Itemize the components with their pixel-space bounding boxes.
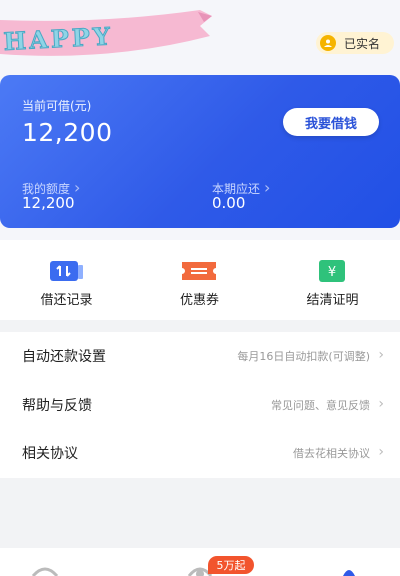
available-credit-amount: 12,200 [22,118,113,147]
chevron-right-icon: › [74,178,81,197]
promo-badge: 5万起 [208,556,254,574]
settings-row-help-feedback[interactable]: 帮助与反馈 常见问题、意见反馈 › [0,381,400,429]
home-tab-icon[interactable] [30,564,60,576]
quick-action-transaction-record[interactable]: 借还记录 [0,240,133,320]
chevron-right-icon: › [378,347,384,363]
settings-row-detail: 常见问题、意见反馈 [271,399,370,412]
available-credit-label: 当前可借(元) [22,99,92,113]
settings-row-detail: 借去花相关协议 [293,447,370,460]
settings-list: 自动还款设置 每月16日自动扣款(可调整) › 帮助与反馈 常见问题、意见反馈 … [0,332,400,478]
settings-row-label: 相关协议 [22,446,78,462]
quick-action-label: 结清证明 [306,293,359,308]
current-due-value: 0.00 [212,194,246,212]
quick-action-settlement-certificate[interactable]: ¥ 结清证明 [266,240,399,320]
bottom-tab-bar [0,548,400,576]
settings-row-agreements[interactable]: 相关协议 借去花相关协议 › [0,429,400,477]
banner-text: HAPPY [3,21,114,56]
chevron-right-icon: › [378,444,384,460]
transaction-record-icon [50,261,83,281]
verification-badge-label: 已实名 [344,36,381,51]
verification-badge[interactable]: 已实名 [316,32,394,54]
user-verified-icon [320,35,336,51]
my-quota-value: 12,200 [22,194,75,212]
happy-banner: HAPPY [0,2,215,68]
borrow-money-button[interactable]: 我要借钱 [283,108,379,136]
chevron-right-icon: › [378,396,384,412]
quick-actions: 借还记录 优惠券 ¥ 结清证明 [0,240,400,320]
settings-row-auto-repay[interactable]: 自动还款设置 每月16日自动扣款(可调整) › [0,332,400,380]
quick-action-label: 优惠券 [179,293,219,308]
settlement-certificate-icon: ¥ [319,260,345,282]
profile-tab-icon[interactable] [342,564,356,576]
chevron-right-icon: › [264,178,271,197]
loan-card: 当前可借(元) 12,200 我要借钱 我的额度 › 12,200 本期应还 › 0… [0,75,400,228]
quick-action-coupon[interactable]: 优惠券 [133,240,266,320]
settings-row-detail: 每月16日自动扣款(可调整) [237,350,370,363]
svg-text:¥: ¥ [328,265,336,280]
quick-action-label: 借还记录 [40,293,93,308]
coupon-icon [182,262,216,280]
settings-row-label: 自动还款设置 [22,349,106,365]
settings-row-label: 帮助与反馈 [22,398,92,414]
